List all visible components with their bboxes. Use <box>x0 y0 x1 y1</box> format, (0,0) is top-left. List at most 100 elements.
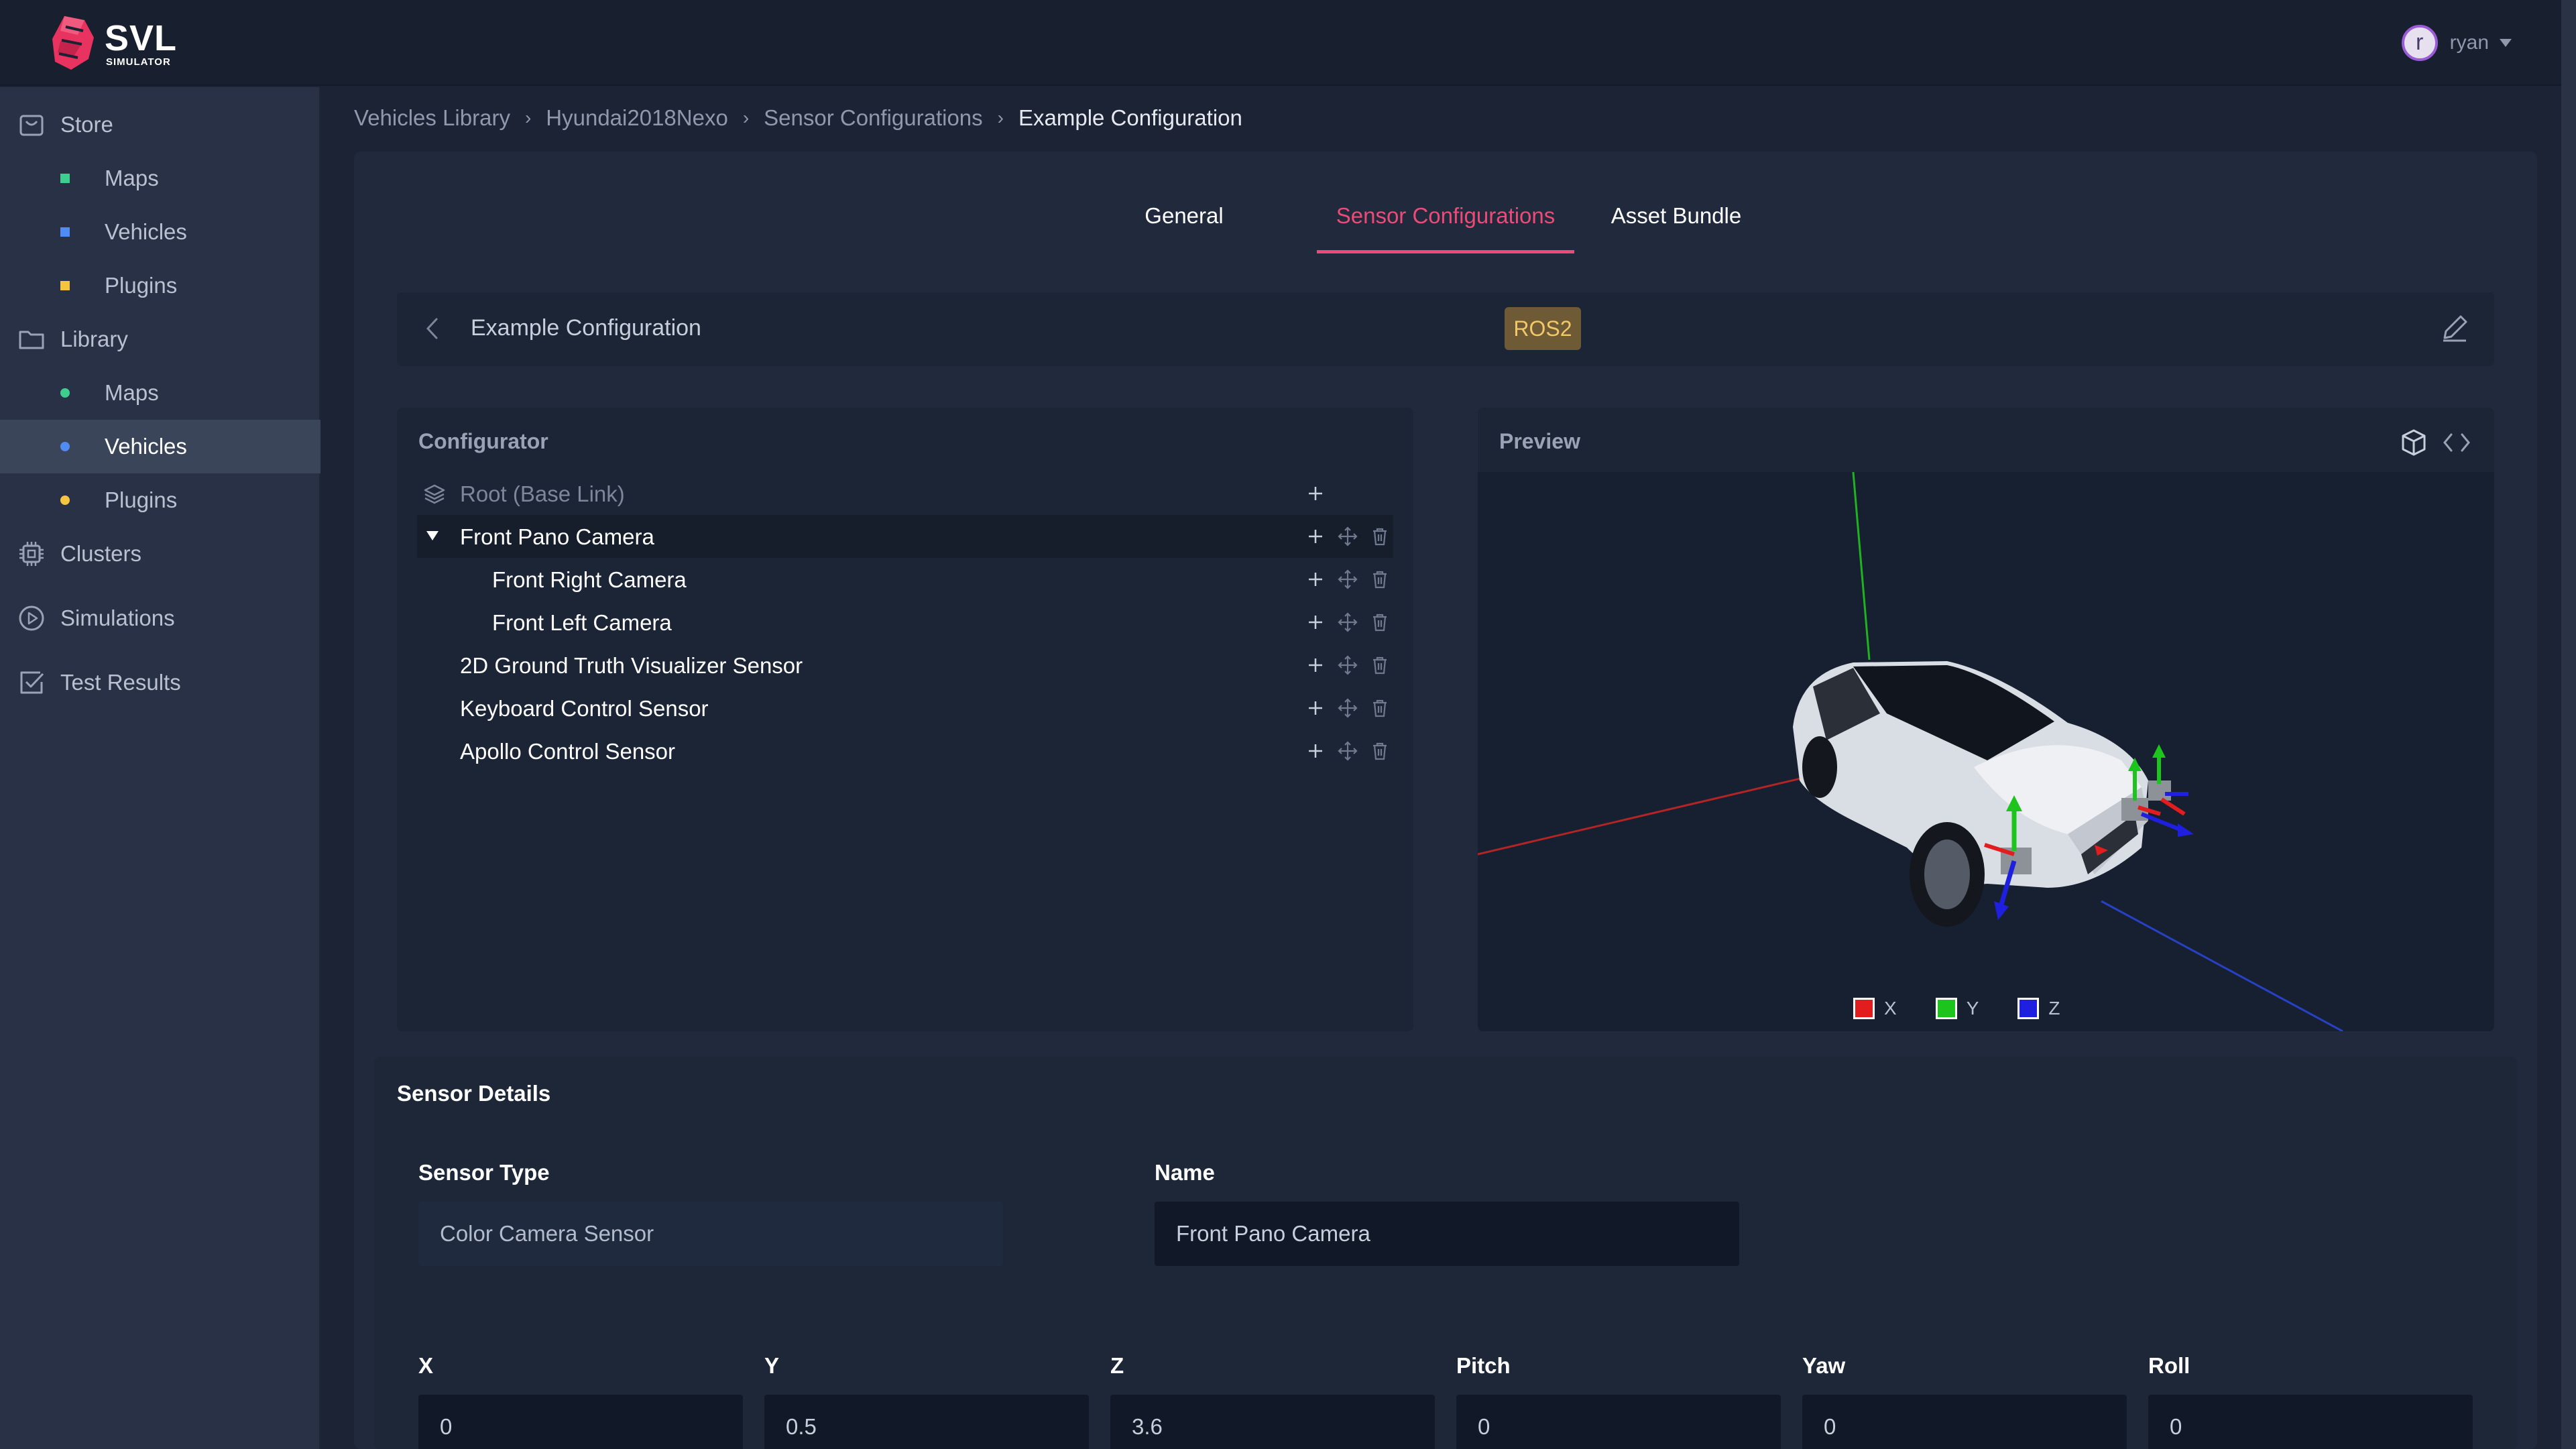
breadcrumb-sensor-configurations[interactable]: Sensor Configurations <box>764 105 983 131</box>
row-actions <box>1303 567 1391 591</box>
tree-row-root[interactable]: Root (Base Link) <box>417 472 1393 515</box>
pitch-field[interactable] <box>1456 1395 1781 1449</box>
tree-row-label: 2D Ground Truth Visualizer Sensor <box>460 653 803 678</box>
code-icon[interactable] <box>2441 430 2473 455</box>
sidebar-item-test-results[interactable]: Test Results <box>0 656 320 709</box>
play-icon <box>19 605 44 631</box>
maps-marker-icon <box>60 388 70 398</box>
move-icon[interactable] <box>1336 567 1360 591</box>
yaw-field[interactable] <box>1802 1395 2127 1449</box>
tree-row-2d-ground-truth-visualizer[interactable]: 2D Ground Truth Visualizer Sensor <box>417 644 1393 687</box>
tree-row-front-left-camera[interactable]: Front Left Camera <box>417 601 1393 644</box>
plus-icon[interactable] <box>1303 567 1328 591</box>
yaw-label: Yaw <box>1802 1353 1846 1378</box>
sidebar-item-store-plugins[interactable]: Plugins <box>0 259 320 312</box>
x-field[interactable] <box>418 1395 743 1449</box>
row-actions <box>1303 696 1391 720</box>
page-scrollbar[interactable] <box>2561 0 2576 1449</box>
sidebar-item-simulations[interactable]: Simulations <box>0 591 320 645</box>
breadcrumb-vehicle[interactable]: Hyundai2018Nexo <box>546 105 728 131</box>
plus-icon[interactable] <box>1303 481 1328 506</box>
legend-swatch-y <box>1935 998 1957 1019</box>
cube-icon[interactable] <box>2399 428 2428 457</box>
move-icon[interactable] <box>1336 610 1360 634</box>
plus-icon[interactable] <box>1303 739 1328 763</box>
trash-icon[interactable] <box>1368 567 1392 591</box>
tab-asset-bundle[interactable]: Asset Bundle <box>1602 192 1750 253</box>
breadcrumb-current: Example Configuration <box>1018 105 1242 130</box>
plus-icon[interactable] <box>1303 610 1328 634</box>
breadcrumb-vehicles-library[interactable]: Vehicles Library <box>354 105 510 131</box>
folder-icon <box>19 331 44 349</box>
trash-icon[interactable] <box>1368 739 1392 763</box>
legend-item-x: X <box>1853 998 1897 1019</box>
tree-row-apollo-control[interactable]: Apollo Control Sensor <box>417 730 1393 772</box>
sidebar-item-library[interactable]: Library <box>0 312 320 366</box>
sensor-type-field <box>418 1202 1003 1266</box>
move-icon[interactable] <box>1336 524 1360 548</box>
sidebar-item-label: Store <box>60 112 113 137</box>
user-name: ryan <box>2449 32 2489 54</box>
tree-row-keyboard-control[interactable]: Keyboard Control Sensor <box>417 687 1393 730</box>
legend-label: Z <box>2048 998 2060 1019</box>
chevron-left-icon[interactable] <box>420 315 447 342</box>
trash-icon[interactable] <box>1368 696 1392 720</box>
preview-panel: Preview X Y Z <box>1478 408 2494 1031</box>
breadcrumb-separator-icon: › <box>524 107 532 128</box>
z-field[interactable] <box>1110 1395 1435 1449</box>
plus-icon[interactable] <box>1303 696 1328 720</box>
sidebar-item-library-maps[interactable]: Maps <box>0 366 320 420</box>
sidebar-item-store[interactable]: Store <box>0 98 320 152</box>
y-field[interactable] <box>764 1395 1089 1449</box>
sidebar-item-library-vehicles[interactable]: Vehicles <box>0 420 320 473</box>
move-icon[interactable] <box>1336 653 1360 677</box>
sidebar-item-label: Vehicles <box>105 434 187 459</box>
checklist-icon <box>20 671 44 694</box>
svl-logo[interactable]: SVL SIMULATOR <box>51 15 192 71</box>
trash-icon[interactable] <box>1368 610 1392 634</box>
sidebar-item-label: Vehicles <box>105 219 187 244</box>
sidebar-item-label: Maps <box>105 166 159 190</box>
move-icon[interactable] <box>1336 696 1360 720</box>
tree-row-front-right-camera[interactable]: Front Right Camera <box>417 558 1393 601</box>
user-menu[interactable]: r ryan <box>2401 24 2512 62</box>
logo-title: SVL <box>105 18 178 58</box>
roll-field[interactable] <box>2148 1395 2473 1449</box>
bridge-badge: ROS2 <box>1505 307 1581 350</box>
roll-label: Roll <box>2148 1353 2190 1378</box>
plus-icon[interactable] <box>1303 524 1328 548</box>
tree-row-front-pano-camera[interactable]: Front Pano Camera <box>417 515 1393 558</box>
tab-general[interactable]: General <box>1130 192 1238 253</box>
avatar: r <box>2401 25 2438 61</box>
sidebar-item-label: Plugins <box>105 487 178 512</box>
vehicles-marker-icon <box>60 227 70 237</box>
pencil-icon[interactable] <box>2439 312 2470 343</box>
maps-marker-icon <box>60 174 70 183</box>
sidebar-item-library-plugins[interactable]: Plugins <box>0 473 320 527</box>
y-label: Y <box>764 1353 780 1378</box>
trash-icon[interactable] <box>1368 653 1392 677</box>
chip-icon <box>19 542 44 566</box>
move-icon[interactable] <box>1336 739 1360 763</box>
name-field[interactable] <box>1155 1202 1739 1266</box>
vehicles-marker-icon <box>60 442 70 451</box>
tree-row-label: Keyboard Control Sensor <box>460 696 709 721</box>
row-actions <box>1303 653 1391 677</box>
row-actions <box>1303 610 1391 634</box>
3d-preview-canvas[interactable]: X Y Z <box>1478 471 2494 1031</box>
sidebar-item-clusters[interactable]: Clusters <box>0 527 320 581</box>
breadcrumb-separator-icon: › <box>742 107 750 128</box>
plus-icon[interactable] <box>1303 653 1328 677</box>
trash-icon[interactable] <box>1368 524 1392 548</box>
sidebar-item-store-vehicles[interactable]: Vehicles <box>0 205 320 259</box>
tree-row-label: Root (Base Link) <box>460 481 625 506</box>
expand-caret-icon[interactable] <box>426 531 438 540</box>
name-label: Name <box>1155 1160 1215 1185</box>
plugins-marker-icon <box>60 496 70 505</box>
sensor-type-label: Sensor Type <box>418 1160 550 1185</box>
sidebar-item-store-maps[interactable]: Maps <box>0 152 320 205</box>
configuration-title: Example Configuration <box>471 315 701 341</box>
tab-sensor-configurations[interactable]: Sensor Configurations <box>1317 192 1574 253</box>
legend-label: X <box>1884 998 1897 1019</box>
row-actions <box>1303 481 1391 506</box>
